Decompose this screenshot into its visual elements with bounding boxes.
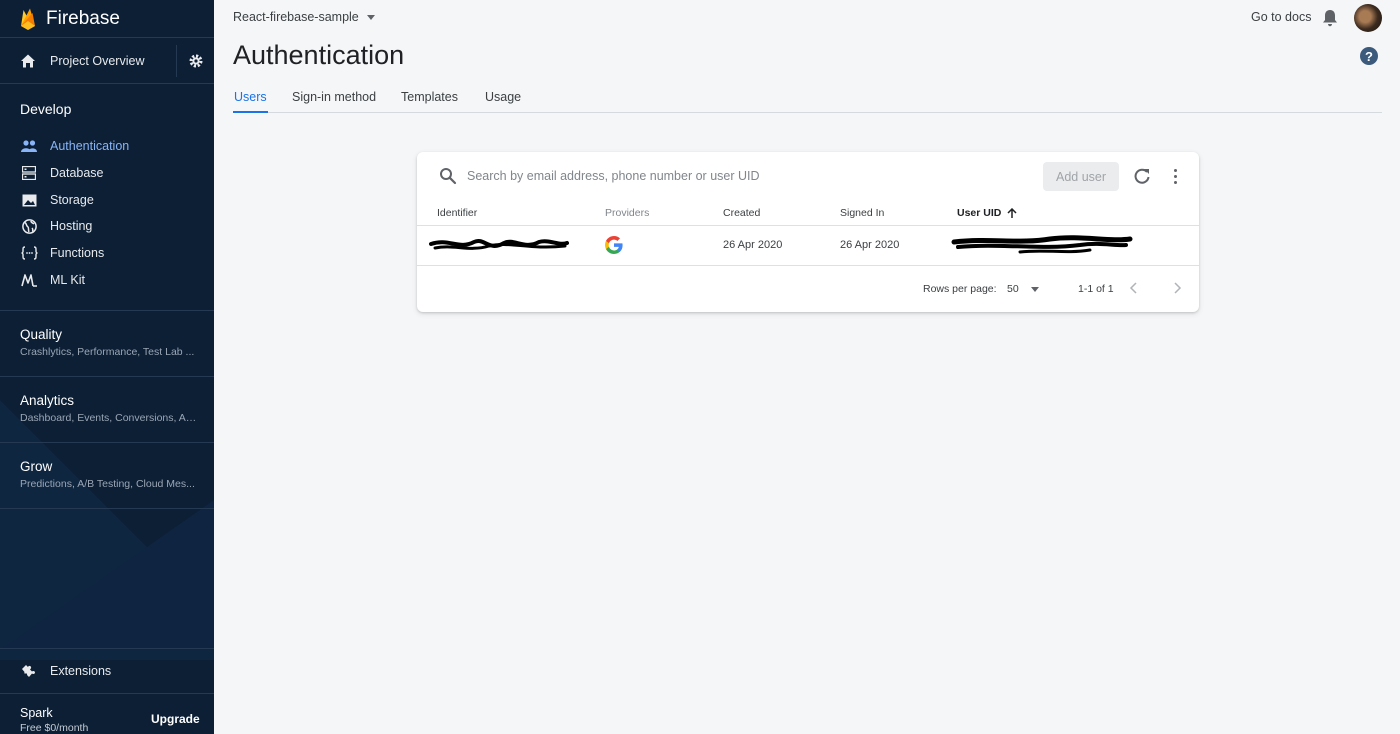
chevron-left-icon[interactable] (1128, 281, 1140, 295)
rows-per-page-label: Rows per page: (923, 283, 997, 295)
database-icon (20, 165, 38, 181)
extensions-icon (20, 663, 38, 679)
column-providers: Providers (605, 207, 650, 219)
redacted-identifier (429, 238, 569, 250)
project-selector[interactable]: React-firebase-sample (233, 10, 375, 24)
sidebar-item-authentication[interactable]: Authentication (0, 133, 214, 159)
sidebar-item-storage[interactable]: Storage (0, 187, 214, 213)
project-name: React-firebase-sample (233, 10, 359, 24)
refresh-icon[interactable] (1132, 166, 1152, 186)
tab-sign-in-method[interactable]: Sign-in method (292, 90, 376, 104)
functions-icon (20, 245, 38, 261)
chevron-down-icon (1030, 286, 1039, 292)
signed-in-date: 26 Apr 2020 (840, 239, 900, 251)
firebase-flame-icon (21, 8, 35, 30)
tab-templates[interactable]: Templates (401, 90, 458, 104)
column-user-uid[interactable]: User UID (957, 207, 1017, 219)
more-options-icon[interactable] (1169, 166, 1181, 186)
divider (0, 376, 214, 377)
sidebar-item-hosting[interactable]: Hosting (0, 213, 214, 239)
sidebar: Firebase Project Overview Develop Authen… (0, 0, 214, 734)
help-icon[interactable]: ? (1360, 47, 1378, 65)
sidebar-item-label: Hosting (50, 219, 93, 233)
column-created[interactable]: Created (723, 207, 760, 219)
gear-icon[interactable] (176, 45, 214, 77)
group-subtitle: Crashlytics, Performance, Test Lab ... (20, 346, 195, 358)
group-title: Grow (20, 459, 53, 474)
rows-per-page-select[interactable]: 50 (1007, 283, 1039, 295)
go-to-docs-link[interactable]: Go to docs (1251, 10, 1311, 24)
chevron-right-icon[interactable] (1171, 281, 1183, 295)
active-tab-indicator (233, 111, 268, 113)
pagination-range: 1-1 of 1 (1078, 283, 1114, 295)
group-subtitle: Predictions, A/B Testing, Cloud Mes... (20, 478, 195, 490)
table-row[interactable]: 26 Apr 2020 26 Apr 2020 (417, 226, 1199, 266)
sort-arrow-up-icon (1007, 207, 1017, 218)
tab-usage[interactable]: Usage (485, 90, 521, 104)
plan-info: Spark Free $0/month (20, 706, 88, 734)
sidebar-item-label: Authentication (50, 139, 130, 153)
avatar[interactable] (1354, 4, 1382, 32)
group-title: Analytics (20, 393, 75, 408)
sidebar-item-label: Database (50, 166, 104, 180)
sidebar-item-database[interactable]: Database (0, 160, 214, 186)
sidebar-item-extensions[interactable]: Extensions (0, 648, 214, 694)
project-overview[interactable]: Project Overview (0, 38, 214, 84)
people-icon (20, 138, 38, 154)
sidebar-item-label: ML Kit (50, 273, 85, 287)
sidebar-group-quality[interactable]: Quality Crashlytics, Performance, Test L… (20, 327, 200, 358)
sidebar-item-label: Storage (50, 193, 94, 207)
sidebar-item-ml-kit[interactable]: ML Kit (0, 267, 214, 293)
created-date: 26 Apr 2020 (723, 239, 783, 251)
project-overview-label: Project Overview (50, 53, 145, 68)
sidebar-group-analytics[interactable]: Analytics Dashboard, Events, Conversions… (20, 393, 200, 424)
plan-name: Spark (20, 706, 53, 720)
table-header: Identifier Providers Created Signed In U… (417, 202, 1199, 226)
search-icon (440, 168, 457, 185)
image-icon (20, 192, 38, 208)
users-card: Add user Identifier Providers Created Si… (417, 152, 1199, 312)
chevron-down-icon (366, 14, 375, 20)
column-signed-in[interactable]: Signed In (840, 207, 884, 219)
google-icon (605, 236, 623, 254)
firebase-logo[interactable]: Firebase (0, 0, 214, 38)
plan-price: Free $0/month (20, 722, 89, 734)
divider (0, 508, 214, 509)
table-footer: Rows per page: 50 1-1 of 1 (417, 266, 1199, 312)
sidebar-decoration (0, 500, 214, 650)
divider (0, 310, 214, 311)
redacted-user-uid (951, 235, 1133, 254)
tab-bar: Users Sign-in method Templates Usage (233, 82, 1382, 113)
upgrade-button[interactable]: Upgrade (151, 712, 200, 726)
group-subtitle: Dashboard, Events, Conversions, Au... (20, 412, 200, 424)
column-identifier[interactable]: Identifier (437, 207, 477, 219)
sidebar-item-label: Functions (50, 246, 105, 260)
globe-icon (20, 218, 38, 234)
home-icon (20, 53, 36, 69)
sidebar-item-functions[interactable]: Functions (0, 240, 214, 266)
sidebar-item-label: Extensions (50, 664, 112, 678)
divider (0, 442, 214, 443)
bell-icon[interactable] (1322, 9, 1338, 27)
brand-name: Firebase (46, 7, 120, 29)
rows-per-page-value: 50 (1007, 283, 1019, 295)
develop-title: Develop (20, 101, 72, 117)
ml-kit-icon (20, 272, 38, 288)
tab-users[interactable]: Users (234, 90, 267, 104)
sidebar-group-grow[interactable]: Grow Predictions, A/B Testing, Cloud Mes… (20, 459, 200, 490)
group-title: Quality (20, 327, 63, 342)
page-title: Authentication (233, 40, 405, 70)
column-user-uid-label: User UID (957, 207, 1002, 219)
add-user-button[interactable]: Add user (1043, 162, 1119, 191)
search-input[interactable] (467, 166, 1027, 186)
